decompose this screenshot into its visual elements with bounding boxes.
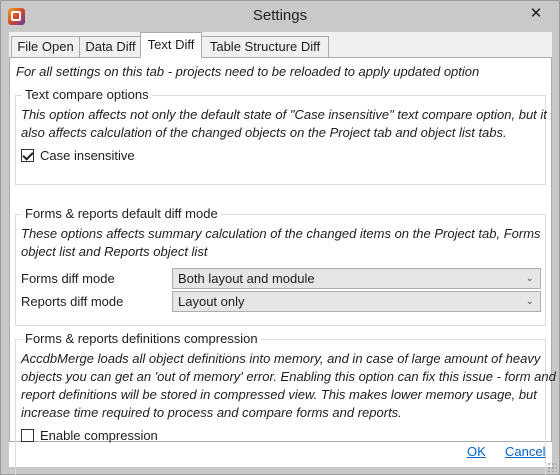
compression-desc-line: objects you can get an 'out of memory' e… bbox=[21, 369, 556, 384]
ok-button[interactable]: OK bbox=[467, 444, 486, 459]
tab-data-diff[interactable]: Data Diff bbox=[79, 36, 142, 57]
text-compare-desc-line: also affects calculation of the changed … bbox=[21, 125, 507, 140]
compression-desc-line: report definitions will be stored in com… bbox=[21, 387, 537, 402]
checkbox-label: Enable compression bbox=[40, 427, 158, 443]
diff-mode-group: Forms & reports default diff mode These … bbox=[15, 206, 546, 326]
dialog-client: File Open Data Diff Text Diff Table Stru… bbox=[9, 32, 556, 475]
reports-diff-mode-select[interactable]: Layout only ⌄ bbox=[172, 291, 541, 312]
compression-desc-line: AccdbMerge loads all object definitions … bbox=[21, 351, 541, 366]
chevron-down-icon: ⌄ bbox=[525, 273, 534, 284]
select-value: Layout only bbox=[178, 294, 245, 309]
text-compare-desc-line: This option affects not only the default… bbox=[21, 107, 547, 122]
diff-mode-desc-line: object list and Reports object list bbox=[21, 244, 208, 259]
title-bar[interactable]: Settings ✕ bbox=[1, 1, 559, 32]
enable-compression-checkbox[interactable] bbox=[21, 428, 34, 442]
tab-file-open[interactable]: File Open bbox=[11, 36, 80, 57]
tab-table-structure-diff[interactable]: Table Structure Diff bbox=[201, 36, 329, 57]
window-title: Settings bbox=[252, 7, 308, 24]
enable-compression-option[interactable]: Enable compression bbox=[21, 427, 158, 443]
resize-grip-icon[interactable] bbox=[547, 462, 557, 472]
close-icon[interactable]: ✕ bbox=[514, 1, 558, 27]
group-title: Text compare options bbox=[22, 87, 152, 102]
cancel-button[interactable]: Cancel bbox=[505, 444, 545, 459]
checkbox-label: Case insensitive bbox=[40, 147, 135, 163]
case-insensitive-checkbox[interactable] bbox=[21, 148, 34, 162]
tab-strip: File Open Data Diff Text Diff Table Stru… bbox=[9, 32, 552, 58]
text-diff-panel: For all settings on this tab - projects … bbox=[9, 57, 556, 475]
settings-window: Settings ✕ File Open Data Diff Text Diff… bbox=[0, 0, 560, 475]
forms-diff-mode-select[interactable]: Both layout and module ⌄ bbox=[172, 268, 541, 289]
chevron-down-icon: ⌄ bbox=[525, 296, 534, 307]
group-title: Forms & reports definitions compression bbox=[22, 331, 261, 346]
case-insensitive-option[interactable]: Case insensitive bbox=[21, 147, 135, 163]
compression-desc-line: increase time required to process and co… bbox=[21, 405, 402, 420]
forms-diff-mode-label: Forms diff mode bbox=[21, 271, 115, 286]
tab-text-diff[interactable]: Text Diff bbox=[140, 32, 202, 58]
reports-diff-mode-label: Reports diff mode bbox=[21, 294, 124, 309]
text-compare-group: Text compare options This option affects… bbox=[15, 87, 547, 185]
reload-note: For all settings on this tab - projects … bbox=[16, 64, 480, 79]
select-value: Both layout and module bbox=[178, 271, 315, 286]
diff-mode-desc-line: These options affects summary calculatio… bbox=[21, 226, 541, 241]
group-title: Forms & reports default diff mode bbox=[22, 206, 221, 221]
